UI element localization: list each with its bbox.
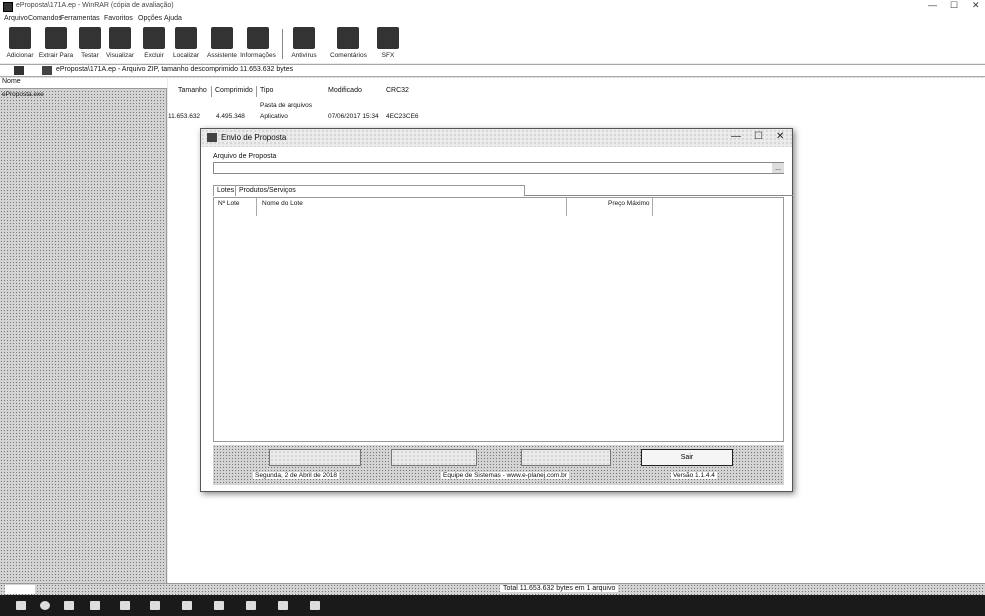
wizard-icon [211,27,233,49]
info-button[interactable]: Informações [240,25,276,63]
column-crc[interactable]: CRC32 [386,87,409,94]
window-titlebar: eProposta\171A.ep - WinRAR (cópia de ava… [0,0,985,14]
menu-bar: Arquivo Comandos Ferramentas Favoritos O… [0,14,985,25]
status-left-icon [5,585,35,594]
add-button[interactable]: Adicionar [2,25,38,63]
find-icon [175,27,197,49]
dialog-maximize-button[interactable]: ☐ [754,131,763,142]
action-button-2[interactable] [391,449,477,466]
menu-comandos[interactable]: Comandos [28,15,62,22]
up-folder-icon[interactable] [14,66,24,75]
taskbar-app-icon[interactable] [90,601,100,610]
action-button-3[interactable] [521,449,611,466]
dialog-close-button[interactable]: ✕ [776,131,784,142]
menu-favoritos[interactable]: Favoritos [104,15,133,22]
grid-col-lot-name[interactable]: Nome do Lote [262,200,303,207]
tab-produtos-servicos[interactable]: Produtos/Serviços [235,185,525,196]
proposal-file-label: Arquivo de Proposta [213,153,277,160]
grid-divider [566,198,567,216]
footer-version: Versão 1.1.4.4 [671,472,717,479]
maximize-button[interactable]: ☐ [950,0,958,11]
menu-opcoes[interactable]: Opções [138,15,162,22]
taskbar-app-icon[interactable] [120,601,130,610]
comment-icon [337,27,359,49]
taskbar-app-icon[interactable] [278,601,288,610]
tree-header[interactable]: Nome [0,78,167,89]
antivirus-icon [293,27,315,49]
taskbar-app-icon[interactable] [182,601,192,610]
find-button[interactable]: Localizar [168,25,204,63]
proposal-file-input[interactable] [213,162,784,174]
grid-divider [256,198,257,216]
extract-button[interactable]: Extrair Para [38,25,74,63]
footer-date: Segunda, 2 de Abril de 2018 [253,472,340,479]
browse-button[interactable]: ... [772,163,784,173]
grid-divider [652,198,653,216]
column-size[interactable]: Tamanho [178,87,207,94]
view-button[interactable]: Visualizar [102,25,138,63]
delete-button[interactable]: Excluir [136,25,172,63]
column-divider [211,86,212,97]
archive-icon [42,66,52,75]
action-button-1[interactable] [269,449,361,466]
path-text[interactable]: eProposta\171A.ep - Arquivo ZIP, tamanho… [56,66,293,73]
footer-team: Equipe de Sistemas - www.e-planej.com.br [441,472,569,479]
proposal-dialog: Envio de Proposta — ☐ ✕ Arquivo de Propo… [200,128,793,492]
column-type[interactable]: Tipo [260,87,273,94]
grid-col-lot-number[interactable]: Nº Lote [218,200,240,207]
comment-button[interactable]: Comentários [330,25,367,63]
start-icon[interactable] [16,601,26,610]
sfx-button[interactable]: SFX [370,25,406,63]
antivirus-button[interactable]: Antivírus [286,25,322,63]
toolbar: Adicionar Extrair Para Testar Visualizar… [0,25,985,63]
row-size[interactable]: 11.653.632 [168,113,200,120]
dialog-title: Envio de Proposta [221,133,287,142]
view-icon [109,27,131,49]
test-icon [79,27,101,49]
wizard-button[interactable]: Assistente [204,25,240,63]
grid-col-max-price[interactable]: Preço Máximo [608,200,650,207]
sfx-icon [377,27,399,49]
status-bar: Total 11.653.632 bytes em 1 arquivo [0,583,985,595]
taskbar [0,595,985,616]
row-modified[interactable]: 07/06/2017 15:34 [328,113,379,120]
folder-tree[interactable]: Nome eProposta.exe [0,78,167,583]
taskbar-app-icon[interactable] [214,601,224,610]
row-crc[interactable]: 4EC23CE6 [386,113,419,120]
column-modified[interactable]: Modificado [328,87,362,94]
column-packed[interactable]: Comprimido [215,87,253,94]
info-icon [247,27,269,49]
dialog-titlebar[interactable]: Envio de Proposta — ☐ ✕ [201,129,792,147]
row-packed[interactable]: 4.495.348 [216,113,245,120]
row-type[interactable]: Aplicativo [260,113,288,120]
status-text: Total 11.653.632 bytes em 1 arquivo [500,585,619,592]
toolbar-separator [282,29,283,59]
parent-row-type: Pasta de arquivos [260,102,313,109]
menu-ajuda[interactable]: Ajuda [164,15,182,22]
extract-icon [45,27,67,49]
dialog-app-icon [207,133,217,142]
taskbar-app-icon[interactable] [310,601,320,610]
dialog-button-bar: Sair Segunda, 2 de Abril de 2018 Equipe … [213,445,784,485]
search-icon[interactable] [40,601,50,610]
add-archive-icon [9,27,31,49]
menu-arquivo[interactable]: Arquivo [4,15,28,22]
tab-strip: Lotes Produtos/Serviços [213,185,793,196]
close-button[interactable]: ✕ [972,0,980,11]
exit-button[interactable]: Sair [641,449,733,466]
winrar-app-icon [3,2,13,12]
dialog-minimize-button[interactable]: — [731,131,741,142]
taskbar-app-icon[interactable] [150,601,160,610]
task-view-icon[interactable] [64,601,74,610]
lots-grid[interactable]: Nº Lote Nome do Lote Preço Máximo [213,197,784,442]
taskbar-app-icon[interactable] [246,601,256,610]
tree-item-eproposta[interactable]: eProposta.exe [2,91,122,105]
minimize-button[interactable]: — [928,0,937,10]
path-bar: eProposta\171A.ep - Arquivo ZIP, tamanho… [0,64,985,77]
delete-icon [143,27,165,49]
column-divider [256,86,257,97]
menu-ferramentas[interactable]: Ferramentas [60,15,100,22]
window-title: eProposta\171A.ep - WinRAR (cópia de ava… [16,2,174,9]
